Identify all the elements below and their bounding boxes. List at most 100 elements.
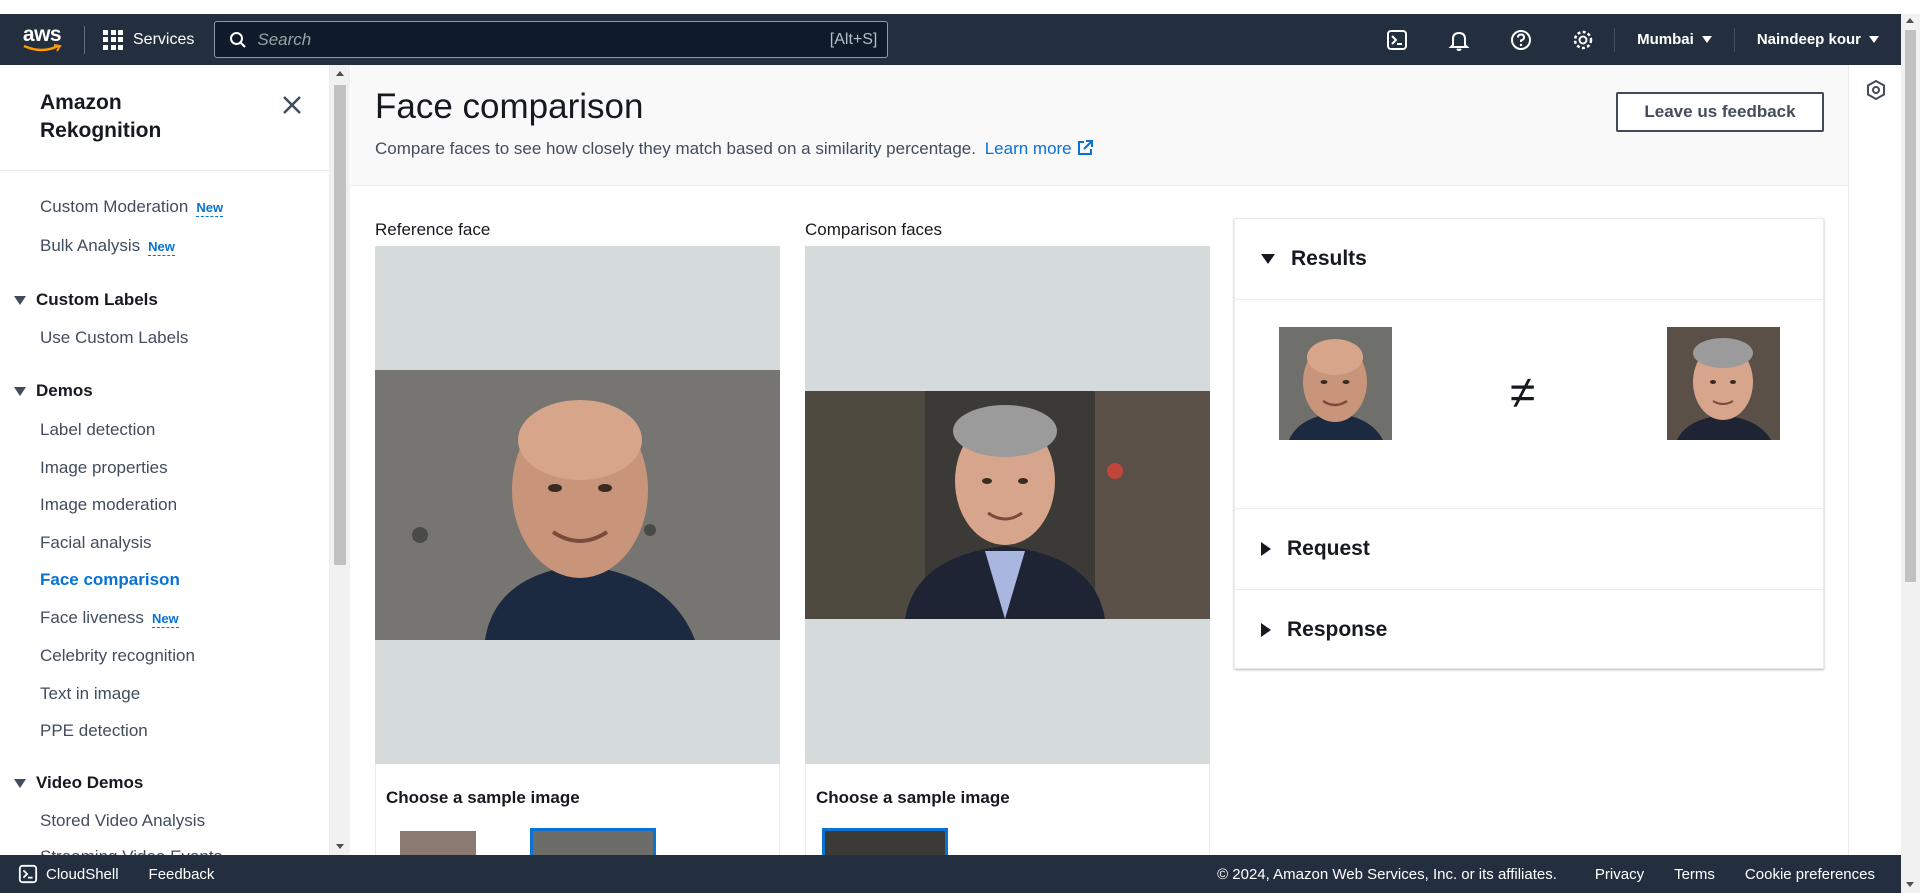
service-title[interactable]: Amazon Rekognition bbox=[40, 89, 240, 145]
bell-icon bbox=[1448, 31, 1470, 51]
services-menu-button[interactable]: Services bbox=[85, 14, 206, 65]
sidebar-item-use-custom-labels[interactable]: Use Custom Labels bbox=[40, 328, 188, 348]
result-comparison-face bbox=[1667, 327, 1780, 440]
divider bbox=[1235, 299, 1823, 300]
response-header[interactable]: Response bbox=[1235, 590, 1823, 670]
page-scrollbar[interactable] bbox=[1901, 14, 1920, 893]
results-label: Results bbox=[1291, 247, 1367, 270]
sidebar-item-label: Celebrity recognition bbox=[40, 646, 195, 665]
sidebar-item-label: Face liveness bbox=[40, 608, 144, 627]
caret-right-icon bbox=[1261, 542, 1271, 556]
notifications-button[interactable] bbox=[1428, 14, 1490, 65]
sidebar-item-face-comparison[interactable]: Face comparison bbox=[40, 570, 180, 590]
section-video-demos[interactable]: Video Demos bbox=[14, 773, 143, 793]
sidebar-item-celebrity-recognition[interactable]: Celebrity recognition bbox=[40, 646, 195, 666]
side-navigation-header: Amazon Rekognition bbox=[0, 65, 329, 171]
comparison-sample-chooser: Choose a sample image bbox=[805, 764, 1210, 855]
scroll-up-arrow-icon[interactable] bbox=[1906, 18, 1914, 23]
terms-link[interactable]: Terms bbox=[1674, 866, 1715, 883]
sample-thumbnail-selected[interactable] bbox=[530, 828, 656, 855]
sample-title: Choose a sample image bbox=[816, 788, 1010, 807]
request-header[interactable]: Request bbox=[1235, 509, 1823, 589]
scroll-up-arrow-icon[interactable] bbox=[336, 71, 344, 76]
cloudshell-footer-button[interactable]: CloudShell bbox=[18, 864, 119, 884]
sidebar-item-text-in-image[interactable]: Text in image bbox=[40, 684, 140, 704]
sidebar-item-custom-moderation[interactable]: Custom Moderation New bbox=[40, 197, 224, 217]
sidebar-item-ppe-detection[interactable]: PPE detection bbox=[40, 721, 148, 741]
side-navigation: Amazon Rekognition Custom Moderation New … bbox=[0, 65, 330, 855]
sidebar-item-label: Text in image bbox=[40, 684, 141, 703]
tools-panel-icon[interactable] bbox=[1865, 79, 1887, 101]
sidebar-item-face-liveness[interactable]: Face liveness New bbox=[40, 608, 179, 628]
section-custom-labels[interactable]: Custom Labels bbox=[14, 290, 158, 310]
expand-icon bbox=[14, 386, 26, 396]
comparison-photo-graphic bbox=[805, 391, 1210, 619]
aws-logo[interactable]: aws bbox=[0, 14, 84, 65]
close-icon[interactable] bbox=[280, 93, 304, 117]
section-demos[interactable]: Demos bbox=[14, 381, 93, 401]
not-equal-symbol: ≠ bbox=[1510, 366, 1536, 418]
new-badge: New bbox=[196, 200, 224, 217]
sidebar-item-label: Face comparison bbox=[40, 570, 180, 589]
privacy-link[interactable]: Privacy bbox=[1595, 866, 1644, 883]
search-icon bbox=[230, 31, 247, 48]
sidebar-item-streaming-video-events[interactable]: Streaming Video Events bbox=[40, 847, 222, 855]
services-label: Services bbox=[133, 30, 195, 48]
sidebar-item-image-properties[interactable]: Image properties bbox=[40, 458, 168, 478]
sample-thumbnail[interactable] bbox=[400, 831, 476, 855]
region-selector[interactable]: Mumbai bbox=[1615, 14, 1734, 65]
sidebar-item-label: Custom Moderation bbox=[40, 197, 189, 216]
search-shortcut: [Alt+S] bbox=[829, 30, 878, 48]
result-reference-thumb bbox=[1279, 327, 1392, 440]
cloudshell-button[interactable] bbox=[1366, 14, 1428, 65]
services-grid-icon bbox=[103, 29, 123, 50]
account-menu[interactable]: Naindeep kour bbox=[1735, 14, 1901, 65]
nav-right-group: Mumbai Naindeep kour bbox=[1366, 14, 1901, 65]
help-button[interactable] bbox=[1490, 14, 1552, 65]
scrollbar-thumb[interactable] bbox=[334, 85, 346, 565]
sidebar-item-image-moderation[interactable]: Image moderation bbox=[40, 495, 177, 515]
request-label: Request bbox=[1287, 537, 1370, 560]
new-badge: New bbox=[151, 611, 179, 628]
comparison-image-panel[interactable] bbox=[805, 246, 1210, 764]
scroll-down-arrow-icon[interactable] bbox=[336, 844, 344, 849]
leave-feedback-button[interactable]: Leave us feedback bbox=[1616, 92, 1824, 132]
reference-photo-graphic bbox=[375, 370, 780, 640]
sample-title: Choose a sample image bbox=[386, 788, 580, 807]
sidebar-scrollbar[interactable] bbox=[330, 65, 350, 855]
caret-down-icon bbox=[1869, 36, 1879, 43]
aws-smile-icon bbox=[23, 44, 62, 52]
cookie-preferences-link[interactable]: Cookie preferences bbox=[1745, 866, 1875, 883]
main-content: Face comparison Compare faces to see how… bbox=[351, 65, 1848, 855]
comparison-faces-label: Comparison faces bbox=[805, 220, 943, 239]
section-label: Video Demos bbox=[36, 773, 144, 792]
sidebar-item-label: Streaming Video Events bbox=[40, 847, 222, 855]
sidebar-item-facial-analysis[interactable]: Facial analysis bbox=[40, 533, 152, 553]
page-header: Face comparison Compare faces to see how… bbox=[351, 65, 1848, 186]
caret-right-icon bbox=[1261, 623, 1271, 637]
caret-down-icon bbox=[1261, 254, 1275, 264]
sidebar-item-label: Bulk Analysis bbox=[40, 236, 141, 255]
settings-button[interactable] bbox=[1552, 14, 1614, 65]
sample-thumbnail-selected[interactable] bbox=[822, 828, 948, 855]
learn-more-link[interactable]: Learn more bbox=[985, 139, 1094, 158]
page-subtitle: Compare faces to see how closely they ma… bbox=[375, 139, 976, 158]
search-input[interactable]: Search [Alt+S] bbox=[214, 21, 889, 58]
section-label: Demos bbox=[36, 381, 93, 400]
reference-image-panel[interactable] bbox=[375, 246, 780, 764]
sidebar-item-stored-video-analysis[interactable]: Stored Video Analysis bbox=[40, 811, 205, 831]
cloudshell-icon bbox=[18, 864, 38, 884]
footer-feedback-link[interactable]: Feedback bbox=[149, 866, 215, 883]
sidebar-item-label: Use Custom Labels bbox=[40, 328, 189, 347]
results-header[interactable]: Results bbox=[1235, 219, 1823, 299]
result-comparison-thumb bbox=[1667, 327, 1780, 440]
scroll-down-arrow-icon[interactable] bbox=[1906, 882, 1914, 887]
scrollbar-thumb[interactable] bbox=[1905, 30, 1916, 582]
sidebar-item-label-detection[interactable]: Label detection bbox=[40, 420, 155, 440]
sidebar-item-bulk-analysis[interactable]: Bulk Analysis New bbox=[40, 236, 175, 256]
page-description: Compare faces to see how closely they ma… bbox=[375, 139, 1094, 159]
sidebar-item-label: Stored Video Analysis bbox=[40, 811, 206, 830]
results-panel: Results ≠ Request Response bbox=[1234, 218, 1824, 669]
cloudshell-label: CloudShell bbox=[46, 865, 119, 883]
external-link-icon bbox=[1077, 140, 1093, 155]
